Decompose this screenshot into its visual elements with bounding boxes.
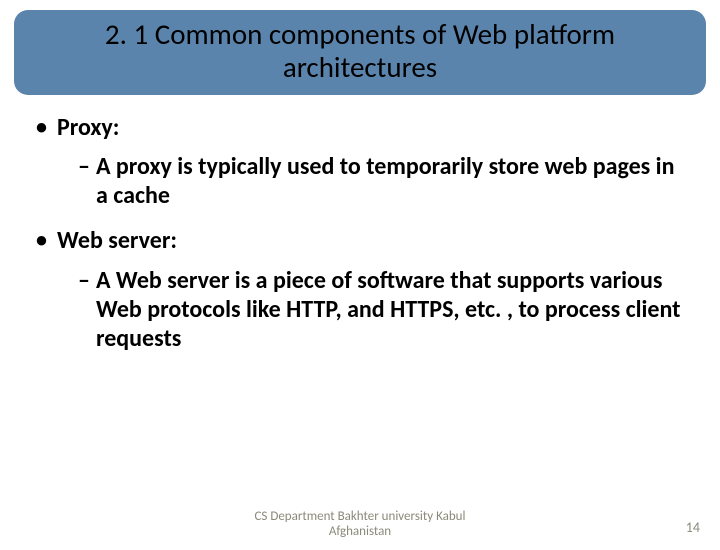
footer-line2: Afghanistan [329, 524, 391, 539]
page-number: 14 [686, 519, 700, 536]
sub-bullet-text: A proxy is typically used to temporarily… [96, 152, 686, 211]
slide-footer: CS Department Bakhter university Kabul A… [0, 510, 720, 540]
dash-marker: – [78, 152, 96, 211]
bullet-marker: • [34, 113, 57, 142]
slide-title: 2. 1 Common components of Web platform a… [32, 18, 688, 85]
bullet-item: • Web server: [34, 226, 686, 255]
slide-content: • Proxy: – A proxy is typically used to … [0, 95, 720, 354]
bullet-label: Proxy: [57, 113, 119, 142]
sub-bullet-item: – A proxy is typically used to temporari… [34, 152, 686, 211]
slide-title-box: 2. 1 Common components of Web platform a… [14, 10, 706, 95]
bullet-item: • Proxy: [34, 113, 686, 142]
sub-bullet-item: – A Web server is a piece of software th… [34, 266, 686, 354]
bullet-marker: • [34, 226, 57, 255]
bullet-label: Web server: [57, 226, 177, 255]
dash-marker: – [78, 266, 96, 354]
footer-text: CS Department Bakhter university Kabul A… [190, 510, 530, 540]
sub-bullet-text: A Web server is a piece of software that… [96, 266, 686, 354]
footer-line1: CS Department Bakhter university Kabul [254, 509, 465, 524]
